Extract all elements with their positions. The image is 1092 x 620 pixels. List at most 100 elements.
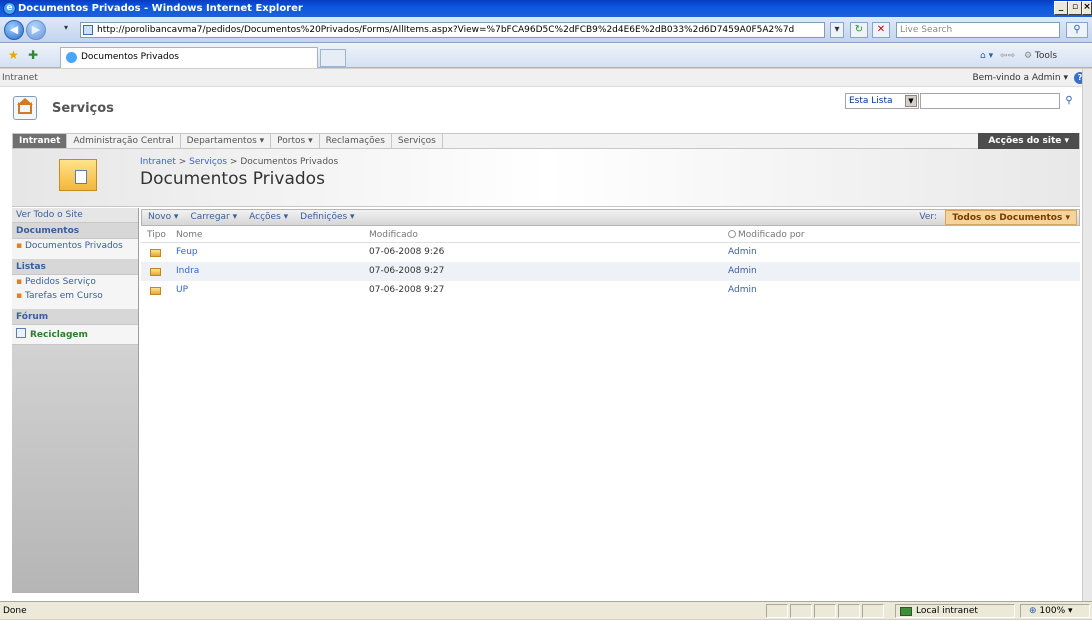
address-bar-row: ◀ ▶ ▾ http://porolibancavma7/pedidos/Doc… bbox=[0, 17, 1092, 43]
back-button[interactable]: ◀ bbox=[4, 20, 24, 40]
bullet-icon: ▪ bbox=[16, 277, 25, 287]
table-row[interactable]: Indra 07-06-2008 9:27 Admin bbox=[141, 262, 1080, 281]
list-toolbar: Novo ▾ Carregar ▾ Acções ▾ Definições ▾ … bbox=[141, 209, 1080, 226]
table-row[interactable]: UP 07-06-2008 9:27 Admin bbox=[141, 281, 1080, 300]
search-icon[interactable]: ⚲ bbox=[1066, 22, 1088, 38]
status-cell bbox=[862, 604, 884, 618]
breadcrumb: Intranet > Serviços > Documentos Privado… bbox=[140, 157, 339, 167]
minimize-icon[interactable]: _ bbox=[1054, 1, 1068, 15]
bullet-icon: ▪ bbox=[16, 241, 25, 251]
nav-tab-portos[interactable]: Portos ▾ bbox=[271, 134, 320, 148]
view-selector[interactable]: Todos os Documentos ▾ bbox=[945, 210, 1077, 225]
zoom-control[interactable]: ⊕ 100% ▾ bbox=[1020, 604, 1090, 618]
home-icon[interactable]: ⌂ ▾ bbox=[980, 51, 993, 61]
close-icon[interactable]: × bbox=[1082, 1, 1092, 15]
history-dropdown-icon[interactable]: ▾ bbox=[64, 23, 68, 32]
modified-date: 07-06-2008 9:26 bbox=[369, 247, 445, 257]
site-actions-menu[interactable]: Acções do site ▾ bbox=[978, 133, 1079, 149]
site-search-input[interactable] bbox=[920, 93, 1060, 109]
forward-button[interactable]: ▶ bbox=[26, 20, 46, 40]
window-title: Documentos Privados - Windows Internet E… bbox=[18, 3, 303, 14]
breadcrumb-intranet[interactable]: Intranet bbox=[140, 157, 176, 167]
maximize-icon[interactable]: ▫ bbox=[1068, 1, 1082, 15]
search-scope-select[interactable]: Esta Lista ▼ bbox=[845, 93, 919, 109]
site-header: Serviços Esta Lista ▼ ⚲ bbox=[0, 87, 1092, 133]
address-input[interactable]: http://porolibancavma7/pedidos/Documento… bbox=[80, 22, 825, 38]
recycle-bin-icon bbox=[16, 328, 26, 338]
col-modified[interactable]: Modificado bbox=[369, 228, 418, 243]
status-text: Done bbox=[3, 606, 27, 616]
nav-tab-admin-central[interactable]: Administração Central bbox=[67, 134, 181, 148]
status-cell bbox=[838, 604, 860, 618]
folder-icon bbox=[150, 287, 161, 295]
nav-header-forum[interactable]: Fórum bbox=[12, 309, 138, 325]
ie-logo-icon: e bbox=[3, 2, 16, 15]
stop-button[interactable]: ✕ bbox=[872, 22, 890, 38]
window-title-bar: e Documentos Privados - Windows Internet… bbox=[0, 0, 1092, 17]
new-menu[interactable]: Novo ▾ bbox=[142, 210, 184, 225]
recycle-bin-link[interactable]: Reciclagem bbox=[12, 325, 138, 345]
tab-documentos-privados[interactable]: Documentos Privados bbox=[60, 47, 318, 68]
tools-menu[interactable]: Tools bbox=[1035, 51, 1057, 61]
left-navigation: Ver Todo o Site Documentos ▪ Documentos … bbox=[12, 208, 139, 593]
nav-tab-servicos[interactable]: Serviços bbox=[392, 134, 443, 148]
status-cell bbox=[814, 604, 836, 618]
upload-menu[interactable]: Carregar ▾ bbox=[184, 210, 243, 225]
view-label: Ver: bbox=[919, 212, 937, 222]
search-icon[interactable]: ⚲ bbox=[1061, 93, 1077, 109]
view-all-site-link[interactable]: Ver Todo o Site bbox=[12, 208, 138, 223]
nav-item-documentos-privados[interactable]: ▪ Documentos Privados bbox=[12, 239, 138, 253]
modified-by-link[interactable]: Admin bbox=[728, 281, 757, 300]
folder-name-link[interactable]: Indra bbox=[176, 262, 199, 281]
modified-date: 07-06-2008 9:27 bbox=[369, 285, 445, 295]
modified-by-link[interactable]: Admin bbox=[728, 262, 757, 281]
tools-icon[interactable]: ⚙ bbox=[1024, 51, 1032, 61]
settings-menu[interactable]: Definições ▾ bbox=[294, 210, 360, 225]
modified-date: 07-06-2008 9:27 bbox=[369, 266, 445, 276]
table-row[interactable]: Feup 07-06-2008 9:26 Admin bbox=[141, 243, 1080, 262]
feeds-icon[interactable]: ⇦⇨ bbox=[1000, 51, 1015, 61]
status-cell bbox=[766, 604, 788, 618]
add-favorite-icon[interactable]: ✚ bbox=[28, 48, 38, 62]
breadcrumb-servicos[interactable]: Serviços bbox=[189, 157, 227, 167]
col-modified-by[interactable]: Modificado por bbox=[728, 228, 805, 243]
folder-icon bbox=[150, 249, 161, 257]
tab-row: ★ ✚ Documentos Privados ⌂ ▾ ⇦⇨ ⚙ Tools bbox=[0, 43, 1092, 68]
nav-tab-reclamacoes[interactable]: Reclamações bbox=[320, 134, 392, 148]
chevron-down-icon: ▼ bbox=[905, 95, 917, 107]
security-zone[interactable]: Local intranet bbox=[895, 604, 1015, 618]
col-type[interactable]: Tipo bbox=[147, 228, 166, 243]
address-dropdown-button[interactable]: ▾ bbox=[830, 22, 844, 38]
page-icon bbox=[83, 25, 93, 35]
refresh-button[interactable]: ↻ bbox=[850, 22, 868, 38]
status-bar: Done Local intranet ⊕ 100% ▾ bbox=[0, 601, 1092, 619]
bullet-icon: ▪ bbox=[16, 291, 25, 301]
nav-item-tarefas-em-curso[interactable]: ▪ Tarefas em Curso bbox=[12, 289, 138, 303]
nav-header-listas[interactable]: Listas bbox=[12, 259, 138, 275]
top-intranet-label[interactable]: Intranet bbox=[2, 73, 38, 83]
folder-icon bbox=[150, 268, 161, 276]
actions-menu[interactable]: Acções ▾ bbox=[243, 210, 294, 225]
status-cell bbox=[790, 604, 812, 618]
command-bar: ⌂ ▾ ⇦⇨ ⚙ Tools bbox=[980, 47, 1092, 65]
document-list: Tipo Nome Modificado Modificado por Feup… bbox=[141, 228, 1080, 300]
page-title-area: Intranet > Serviços > Documentos Privado… bbox=[12, 149, 1080, 207]
vertical-scrollbar[interactable] bbox=[1082, 69, 1092, 601]
nav-tab-departamentos[interactable]: Departamentos ▾ bbox=[181, 134, 272, 148]
modified-by-link[interactable]: Admin bbox=[728, 243, 757, 262]
document-library-icon bbox=[56, 155, 102, 195]
nav-item-pedidos-servico[interactable]: ▪ Pedidos Serviço bbox=[12, 275, 138, 289]
site-title[interactable]: Serviços bbox=[52, 101, 114, 116]
site-home-icon[interactable] bbox=[13, 96, 37, 120]
intranet-zone-icon bbox=[900, 607, 912, 616]
col-name[interactable]: Nome bbox=[176, 228, 203, 243]
zoom-icon: ⊕ bbox=[1029, 606, 1040, 616]
new-tab-button[interactable] bbox=[320, 49, 346, 67]
welcome-menu[interactable]: Bem-vindo a Admin ▾ bbox=[972, 69, 1068, 87]
favorites-star-icon[interactable]: ★ bbox=[8, 48, 19, 62]
folder-name-link[interactable]: UP bbox=[176, 281, 188, 300]
folder-name-link[interactable]: Feup bbox=[176, 243, 198, 262]
nav-tab-intranet[interactable]: Intranet bbox=[13, 134, 68, 148]
nav-header-documentos[interactable]: Documentos bbox=[12, 223, 138, 239]
live-search-input[interactable]: Live Search bbox=[896, 22, 1060, 38]
